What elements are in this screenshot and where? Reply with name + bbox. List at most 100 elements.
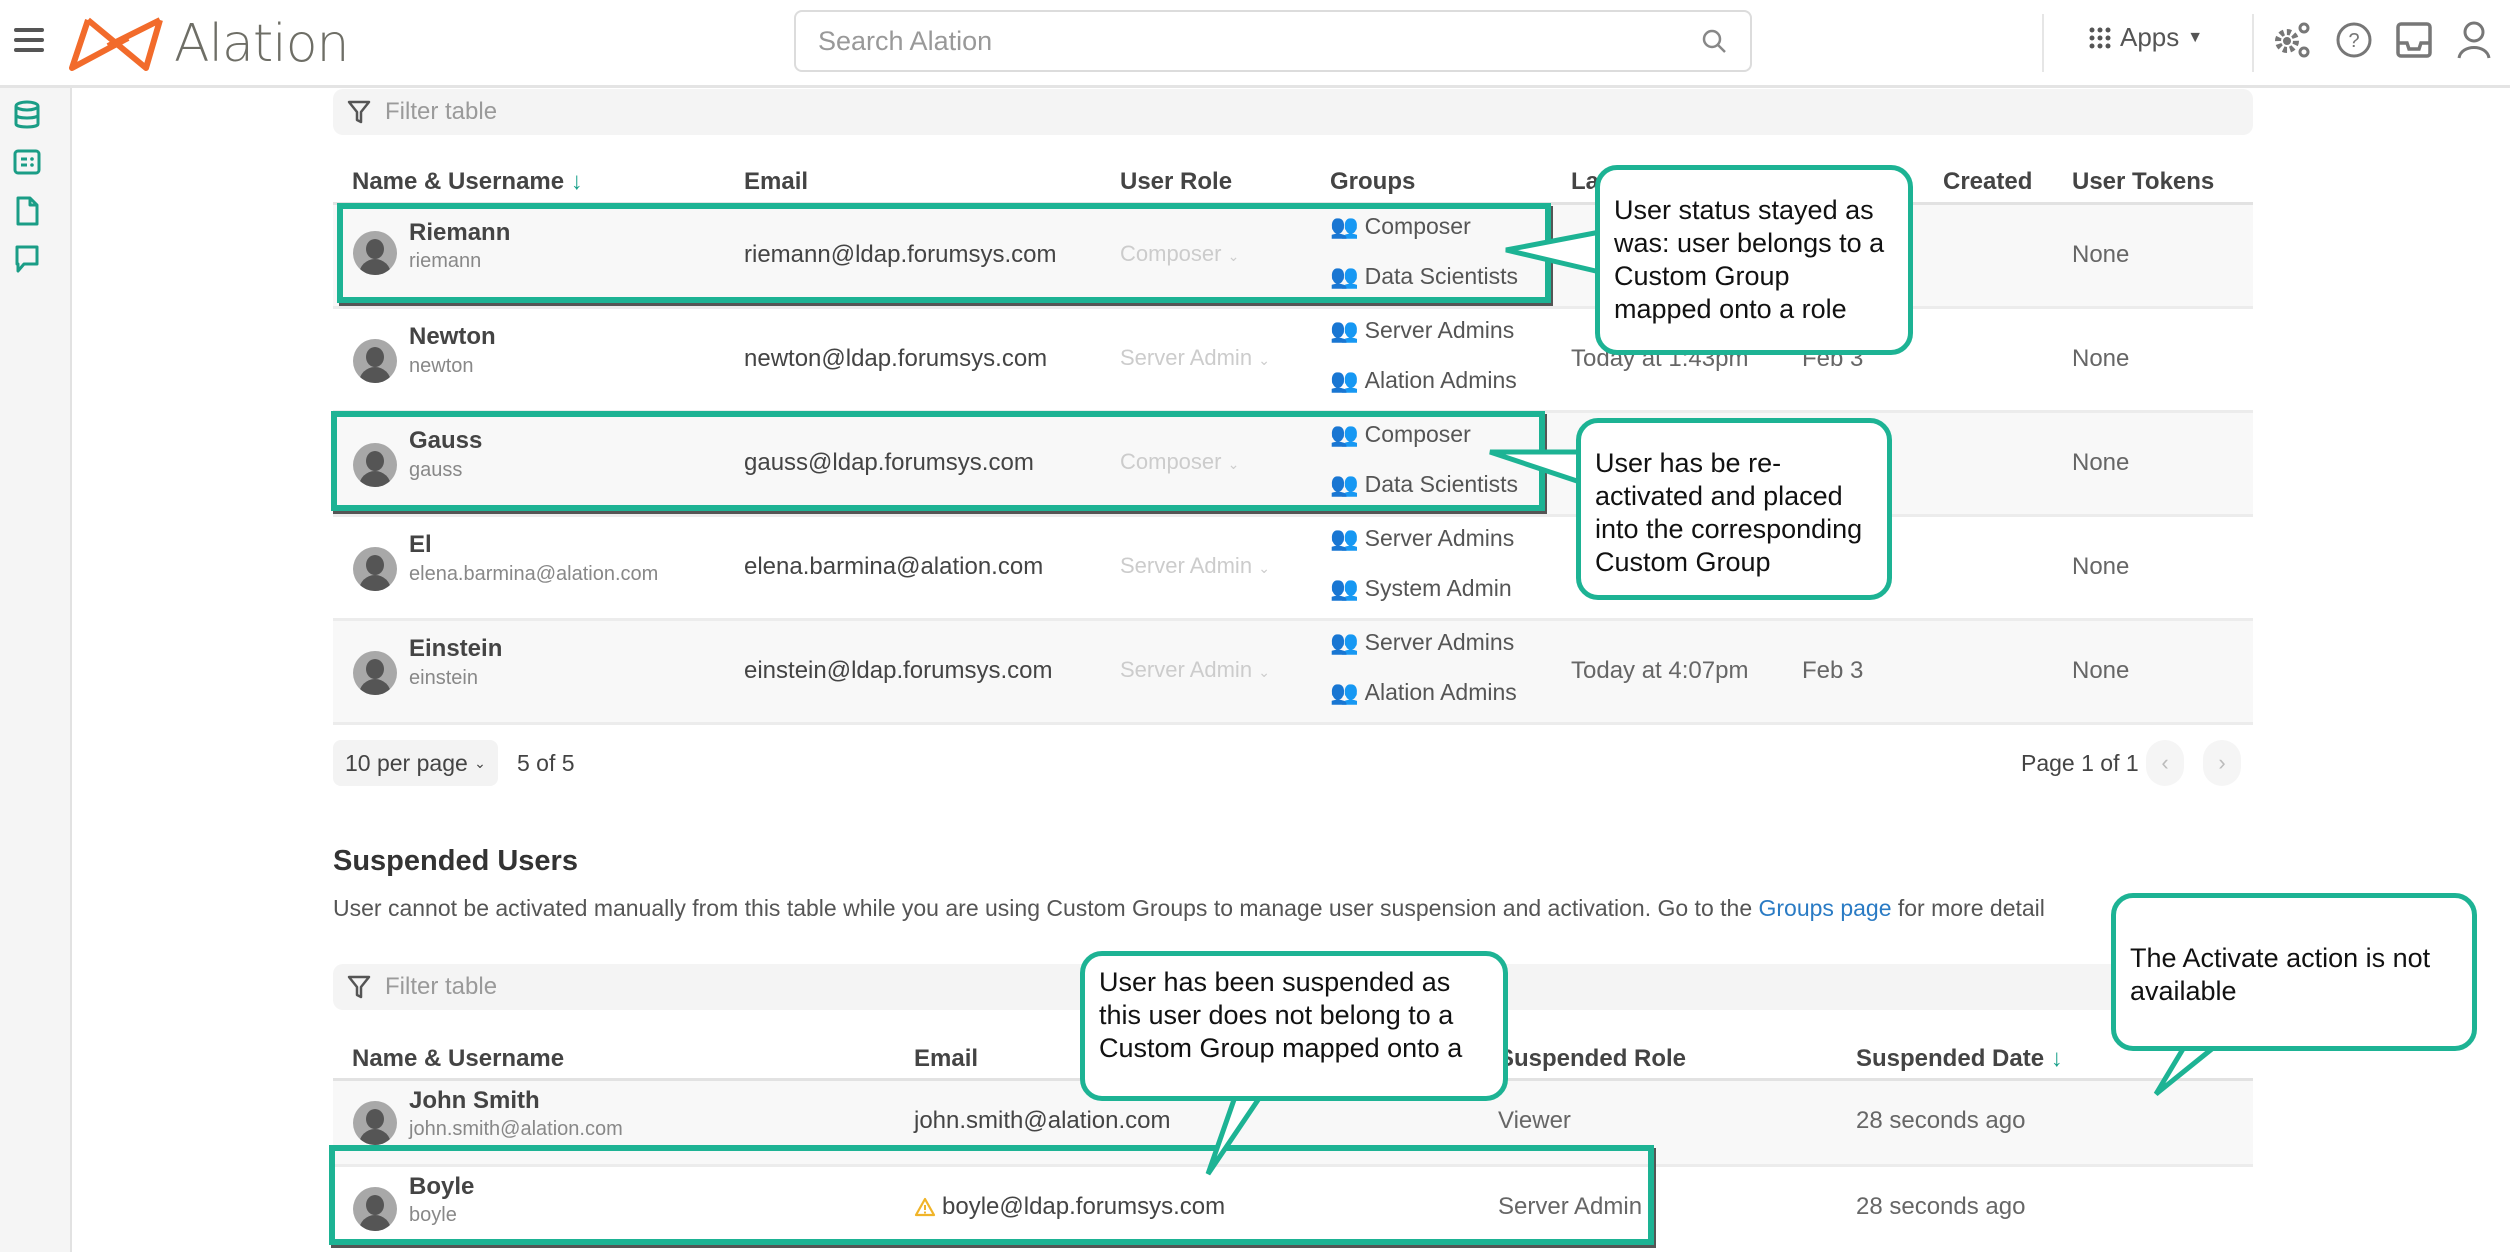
suspended-role: Viewer: [1498, 1107, 1571, 1134]
column-header-email[interactable]: Email: [744, 168, 808, 196]
group-icon: 👥: [1330, 679, 1359, 705]
group-tag[interactable]: 👥 Composer: [1330, 213, 1471, 240]
avatar: [353, 231, 397, 275]
top-navigation-bar: Alation Apps ▼ ?: [0, 0, 2510, 88]
groups-page-link[interactable]: Groups page: [1759, 895, 1892, 921]
settings-gears-icon[interactable]: [2270, 18, 2314, 62]
column-header-created[interactable]: Created: [1943, 168, 2032, 196]
user-display-name[interactable]: Boyle: [409, 1173, 474, 1201]
email: einstein@ldap.forumsys.com: [744, 657, 1053, 684]
column-header-user-tokens[interactable]: User Tokens: [2072, 168, 2214, 196]
chevron-down-icon: ⌄: [474, 754, 486, 771]
username: riemann: [409, 250, 482, 272]
column-header-groups[interactable]: Groups: [1330, 168, 1415, 196]
next-page-button[interactable]: ›: [2203, 740, 2241, 786]
user-display-name[interactable]: Riemann: [409, 219, 510, 247]
column-header-email[interactable]: Email: [914, 1045, 978, 1073]
help-icon[interactable]: ?: [2332, 18, 2376, 62]
alation-logo[interactable]: Alation: [66, 12, 349, 76]
apps-label: Apps: [2120, 22, 2180, 52]
filter-input[interactable]: [385, 98, 985, 126]
suspended-date: 28 seconds ago: [1856, 1193, 2026, 1220]
group-icon: 👥: [1330, 629, 1359, 655]
user-role-dropdown[interactable]: Server Admin ⌄: [1120, 345, 1270, 371]
user-profile-icon[interactable]: [2452, 18, 2496, 62]
avatar: [353, 443, 397, 487]
sort-arrow-icon: ↓: [570, 168, 583, 195]
user-tokens: None: [2072, 449, 2130, 476]
user-display-name[interactable]: Gauss: [409, 427, 482, 455]
annotation-callout: User status stayed as was: user belongs …: [1595, 165, 1913, 355]
left-sidebar: [0, 88, 72, 1252]
username: einstein: [409, 667, 478, 689]
result-count: 5 of 5: [517, 750, 575, 776]
group-tag[interactable]: 👥 Alation Admins: [1330, 367, 1517, 394]
group-tag[interactable]: 👥 Data Scientists: [1330, 471, 1518, 498]
column-header-suspended-date[interactable]: Suspended Date ↓: [1856, 1045, 2063, 1073]
chevron-down-icon: ⌄: [1258, 352, 1270, 368]
column-header-suspended-role[interactable]: Suspended Role: [1498, 1045, 1686, 1073]
apps-menu-button[interactable]: Apps ▼: [2088, 22, 2203, 53]
active-users-filter[interactable]: [333, 89, 2253, 135]
user-display-name[interactable]: John Smith: [409, 1087, 540, 1115]
table-row[interactable]: Boyle boyle boyle@ldap.forumsys.com Serv…: [333, 1167, 2253, 1252]
database-icon[interactable]: [13, 100, 43, 130]
group-tag[interactable]: 👥 System Admin: [1330, 575, 1512, 602]
table-row[interactable]: El elena.barmina@alation.com elena.barmi…: [333, 517, 2253, 621]
username: gauss: [409, 459, 463, 481]
table-row[interactable]: Einstein einstein einstein@ldap.forumsys…: [333, 621, 2253, 725]
user-display-name[interactable]: Einstein: [409, 635, 502, 663]
email: newton@ldap.forumsys.com: [744, 345, 1048, 372]
sort-arrow-icon: ↓: [2050, 1045, 2063, 1072]
warning-icon: [914, 1197, 936, 1217]
username: newton: [409, 355, 474, 377]
search-input[interactable]: [818, 25, 1700, 57]
global-search[interactable]: [794, 10, 1752, 72]
table-row[interactable]: Riemann riemann riemann@ldap.forumsys.co…: [333, 205, 2253, 309]
menu-icon[interactable]: [14, 28, 44, 52]
document-icon[interactable]: [13, 196, 43, 226]
filter-input[interactable]: [385, 973, 985, 1001]
chevron-left-icon: ‹: [2161, 750, 2169, 775]
user-tokens: None: [2072, 345, 2130, 372]
chevron-down-icon: ⌄: [1258, 664, 1270, 680]
user-display-name[interactable]: Newton: [409, 323, 496, 351]
group-icon: 👥: [1330, 525, 1359, 551]
filter-icon: [347, 100, 371, 124]
search-icon[interactable]: [1700, 27, 1728, 55]
per-page-dropdown[interactable]: 10 per page ⌄: [333, 740, 498, 786]
column-header-name[interactable]: Name & Username ↓: [352, 168, 583, 196]
column-header-name[interactable]: Name & Username: [352, 1045, 564, 1073]
user-role-dropdown[interactable]: Composer ⌄: [1120, 241, 1239, 267]
annotation-callout: User has be re-activated and placed into…: [1576, 418, 1892, 600]
user-display-name[interactable]: El: [409, 531, 432, 559]
username: john.smith@alation.com: [409, 1118, 623, 1140]
caret-down-icon: ▼: [2187, 28, 2204, 46]
user-role-dropdown[interactable]: Composer ⌄: [1120, 449, 1239, 475]
group-tag[interactable]: 👥 Data Scientists: [1330, 263, 1518, 290]
suspended-role: Server Admin: [1498, 1193, 1643, 1220]
group-tag[interactable]: 👥 Alation Admins: [1330, 679, 1517, 706]
glossary-icon[interactable]: [13, 148, 43, 178]
inbox-icon[interactable]: [2392, 18, 2436, 62]
group-tag[interactable]: 👥 Composer: [1330, 421, 1471, 448]
prev-page-button[interactable]: ‹: [2146, 740, 2184, 786]
chevron-down-icon: ⌄: [1258, 560, 1270, 576]
annotation-callout: The Activate action is not available: [2111, 893, 2477, 1051]
conversation-icon[interactable]: [13, 244, 43, 274]
section-title-suspended-users: Suspended Users: [333, 845, 578, 877]
column-header-user-role[interactable]: User Role: [1120, 168, 1232, 196]
username: boyle: [409, 1204, 457, 1226]
email: boyle@ldap.forumsys.com: [914, 1193, 1225, 1221]
page-info: Page 1 of 1: [2021, 750, 2139, 776]
group-tag[interactable]: 👥 Server Admins: [1330, 317, 1514, 344]
table-row[interactable]: Gauss gauss gauss@ldap.forumsys.com Comp…: [333, 413, 2253, 517]
table-row[interactable]: Newton newton newton@ldap.forumsys.com S…: [333, 309, 2253, 413]
user-role-dropdown[interactable]: Server Admin ⌄: [1120, 553, 1270, 579]
group-tag[interactable]: 👥 Server Admins: [1330, 629, 1514, 656]
avatar: [353, 339, 397, 383]
group-tag[interactable]: 👥 Server Admins: [1330, 525, 1514, 552]
user-role-dropdown[interactable]: Server Admin ⌄: [1120, 657, 1270, 683]
apps-grid-icon: [2089, 27, 2111, 48]
user-tokens: None: [2072, 241, 2130, 268]
